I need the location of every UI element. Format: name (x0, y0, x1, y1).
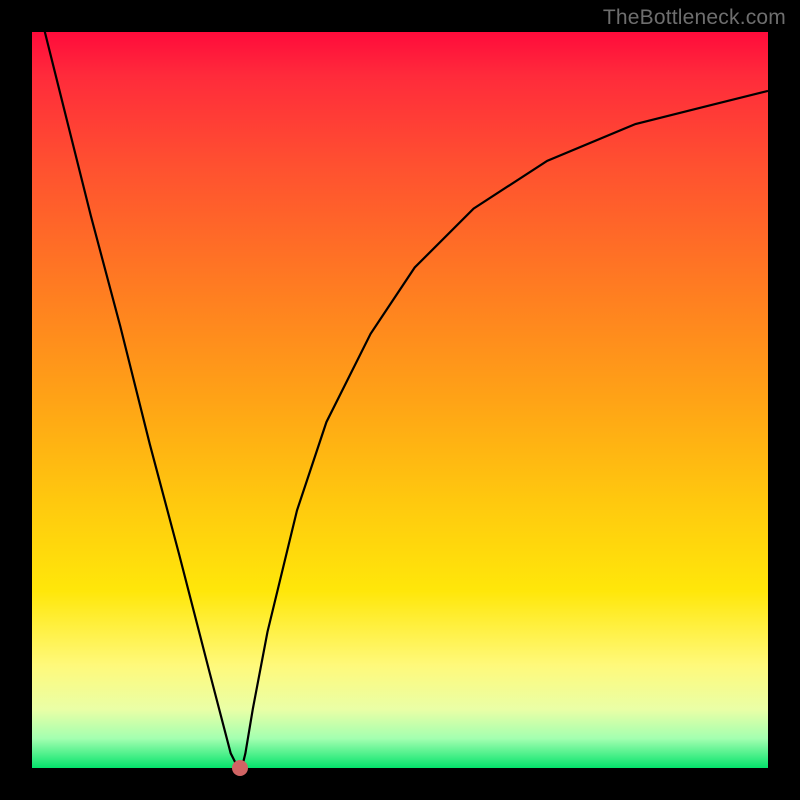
watermark-text: TheBottleneck.com (603, 6, 786, 30)
plot-area (32, 32, 768, 768)
chart-frame: TheBottleneck.com (0, 0, 800, 800)
optimum-point (232, 760, 248, 776)
bottleneck-curve (32, 32, 768, 768)
curve-svg (32, 32, 768, 768)
